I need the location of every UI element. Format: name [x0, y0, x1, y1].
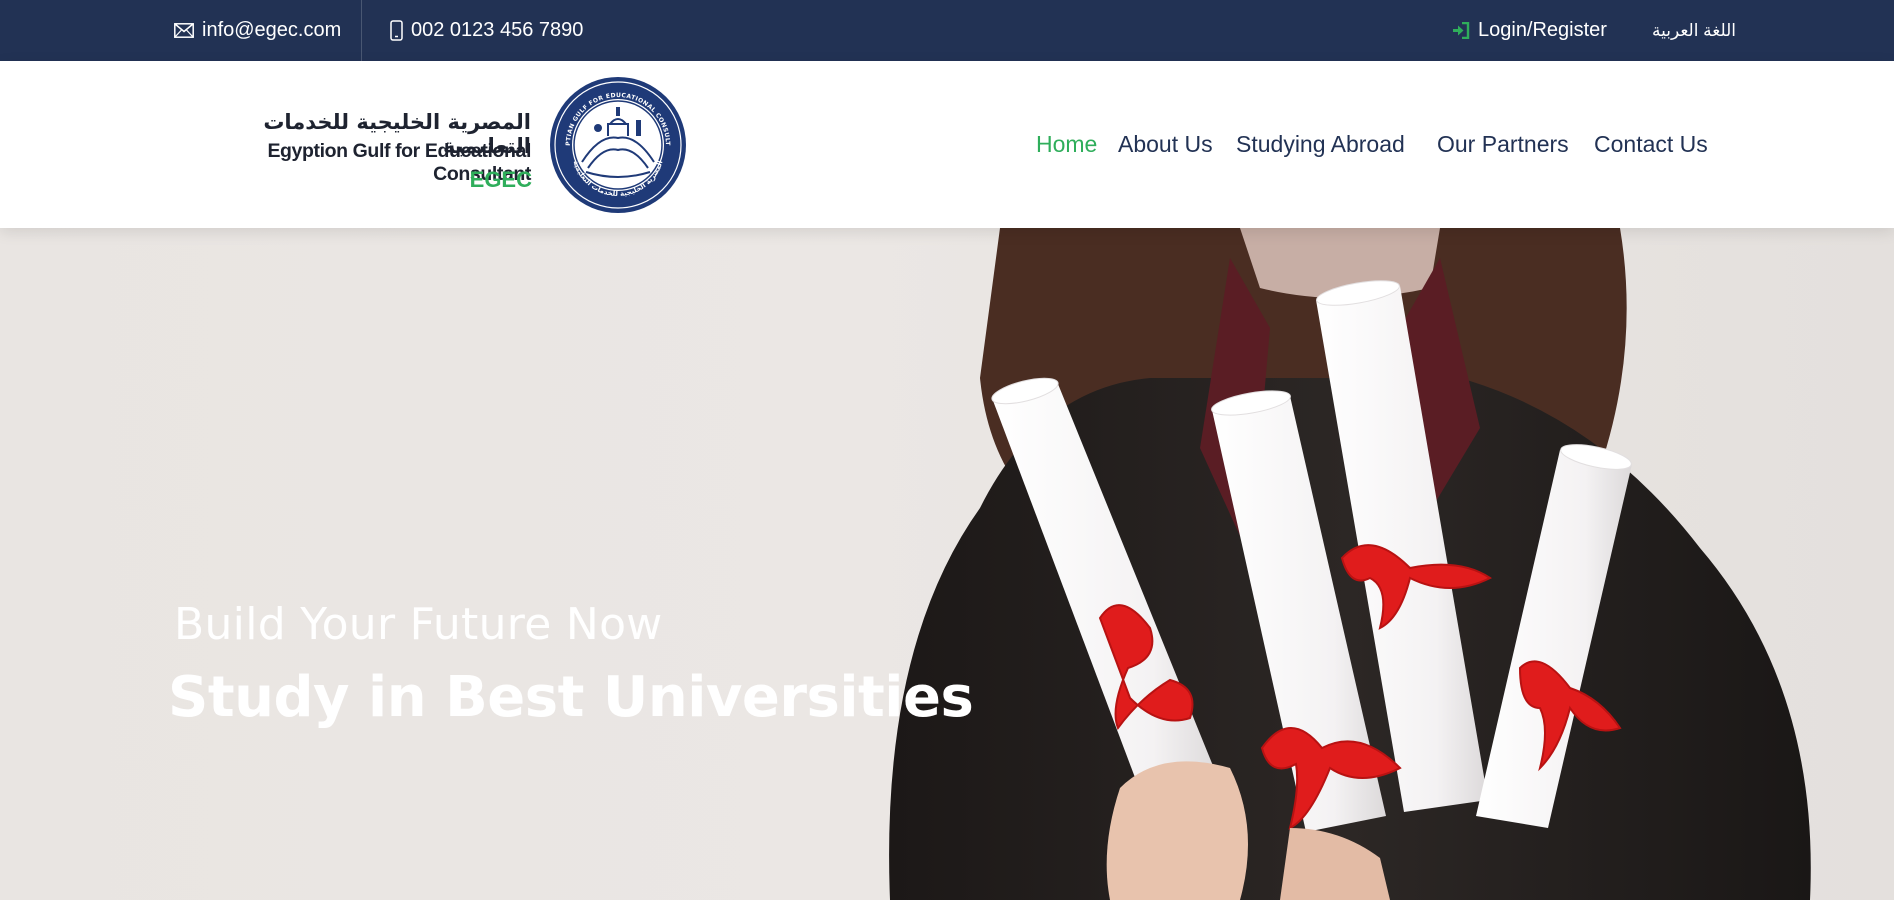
logo-seal-icon: EGYPTIAN GULF FOR EDUCATIONAL CONSULTANT… — [548, 76, 686, 213]
hero-banner: Build Your Future Now Study in Best Univ… — [0, 228, 1894, 900]
hero-subtitle: Build Your Future Now — [174, 599, 663, 650]
graduate-diplomas-image — [889, 228, 1811, 900]
topbar-divider — [361, 0, 362, 61]
nav-item-contact-us[interactable]: Contact Us — [1594, 131, 1708, 158]
top-bar: info@egec.com 002 0123 456 7890 Login/Re… — [0, 0, 1894, 61]
phone-text: 002 0123 456 7890 — [411, 19, 584, 41]
email-link[interactable]: info@egec.com — [174, 0, 341, 61]
phone-link[interactable]: 002 0123 456 7890 — [390, 0, 583, 61]
login-register-link[interactable]: Login/Register — [1452, 0, 1607, 61]
sign-in-icon — [1452, 22, 1470, 39]
nav-item-our-partners[interactable]: Our Partners — [1437, 131, 1569, 158]
language-switch-link[interactable]: اللغة العربية — [1652, 0, 1736, 61]
site-header: المصرية الخليجية للخدمات التعليمية Egypt… — [0, 61, 1894, 228]
nav-item-home[interactable]: Home — [1036, 131, 1097, 158]
envelope-icon — [174, 23, 194, 38]
mobile-phone-icon — [390, 20, 403, 41]
nav-item-about-us[interactable]: About Us — [1118, 131, 1213, 158]
hero-title: Study in Best Universities — [168, 665, 974, 730]
brand-short-name: EGEC — [469, 167, 532, 192]
nav-item-studying-abroad[interactable]: Studying Abroad — [1236, 131, 1405, 158]
login-register-text: Login/Register — [1478, 19, 1607, 41]
email-text: info@egec.com — [202, 19, 342, 41]
